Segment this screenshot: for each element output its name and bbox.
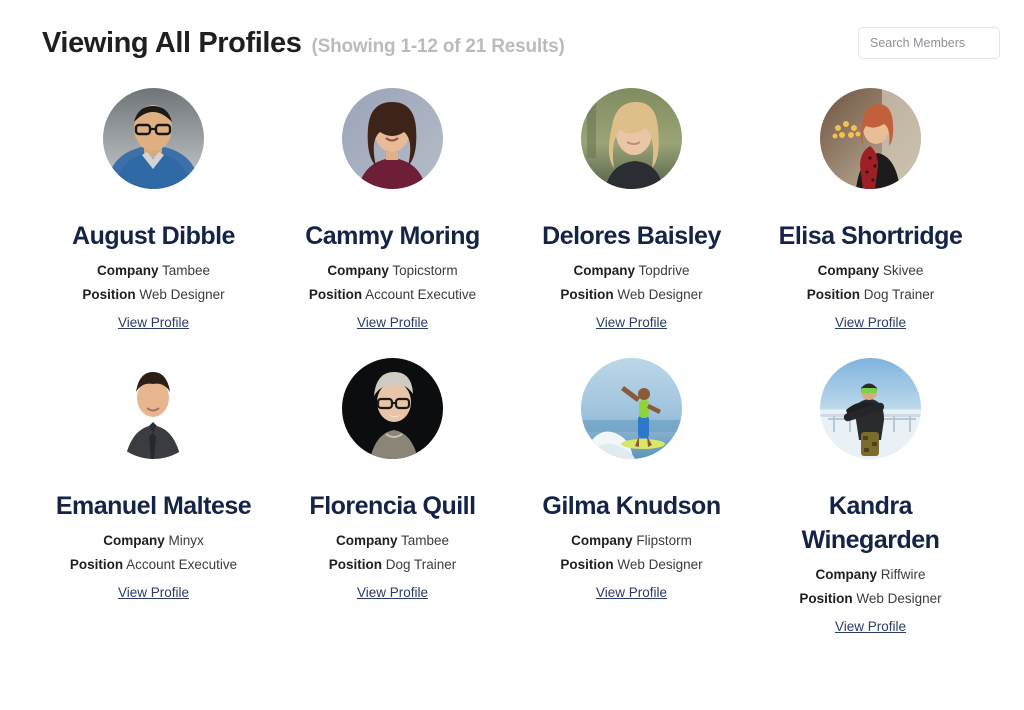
profile-card: Elisa Shortridge Company Skivee Position D… bbox=[751, 80, 990, 350]
profile-company: Company Minyx bbox=[46, 533, 261, 550]
profiles-grid: August Dibble Company Tambee Position Web … bbox=[34, 80, 990, 654]
profile-card: Gilma Knudson Company Flipstorm Position W… bbox=[512, 350, 751, 654]
profile-name: Elisa Shortridge bbox=[778, 222, 963, 250]
profile-name: Cammy Moring bbox=[305, 222, 480, 250]
profile-position: Position Dog Trainer bbox=[763, 287, 978, 304]
profile-company: Company Topicstorm bbox=[285, 263, 500, 280]
view-profile-link[interactable]: View Profile bbox=[835, 619, 906, 634]
profile-position: Position Account Executive bbox=[46, 557, 261, 574]
view-profile-link[interactable]: View Profile bbox=[118, 585, 189, 600]
page-header: Viewing All Profiles (Showing 1-12 of 21… bbox=[0, 0, 1024, 86]
avatar[interactable] bbox=[342, 357, 443, 459]
company-label: Company bbox=[571, 532, 633, 548]
view-profile-link[interactable]: View Profile bbox=[835, 315, 906, 330]
results-count: (Showing 1-12 of 21 Results) bbox=[311, 35, 565, 57]
position-label: Position bbox=[560, 286, 614, 302]
company-value: Topdrive bbox=[638, 263, 690, 278]
avatar[interactable] bbox=[581, 88, 682, 189]
profile-card: Emanuel Maltese Company Minyx Position Acc… bbox=[34, 350, 273, 654]
profile-name: Emanuel Maltese bbox=[55, 491, 252, 520]
company-value: Minyx bbox=[168, 532, 204, 548]
profile-name: Kandra Winegarden bbox=[801, 491, 940, 554]
company-label: Company bbox=[103, 532, 165, 548]
profile-position: Position Web Designer bbox=[763, 591, 978, 608]
company-value: Tambee bbox=[401, 532, 450, 548]
profile-company: Company Skivee bbox=[763, 263, 978, 280]
view-profile-link[interactable]: View Profile bbox=[596, 585, 667, 600]
position-value: Dog Trainer bbox=[863, 286, 935, 302]
avatar[interactable] bbox=[581, 357, 682, 459]
view-profile-link[interactable]: View Profile bbox=[357, 585, 428, 600]
avatar[interactable] bbox=[103, 88, 204, 189]
profiles-page: Viewing All Profiles (Showing 1-12 of 21… bbox=[0, 0, 1024, 710]
view-profile-link[interactable]: View Profile bbox=[118, 315, 189, 330]
position-value: Account Executive bbox=[365, 286, 477, 302]
company-value: Flipstorm bbox=[636, 532, 692, 548]
profile-position: Position Web Designer bbox=[46, 287, 261, 304]
position-label: Position bbox=[69, 556, 124, 572]
profile-position: Position Web Designer bbox=[524, 557, 739, 574]
view-profile-link[interactable]: View Profile bbox=[596, 315, 667, 330]
position-value: Account Executive bbox=[126, 556, 238, 572]
position-label: Position bbox=[799, 590, 853, 606]
view-profile-link[interactable]: View Profile bbox=[357, 315, 428, 330]
profile-position: Position Dog Trainer bbox=[285, 557, 500, 574]
profile-company: Company Tambee bbox=[285, 533, 500, 550]
page-title: Viewing All Profiles bbox=[42, 26, 302, 59]
company-label: Company bbox=[815, 566, 877, 582]
profile-card: Delores Baisley Company Topdrive Position … bbox=[512, 80, 751, 350]
profile-name: Delores Baisley bbox=[542, 222, 721, 250]
position-value: Web Designer bbox=[856, 590, 942, 606]
company-value: Skivee bbox=[882, 263, 924, 278]
position-label: Position bbox=[328, 556, 382, 572]
profile-company: Company Topdrive bbox=[524, 263, 739, 280]
avatar[interactable] bbox=[820, 357, 921, 459]
profile-company: Company Tambee bbox=[46, 263, 261, 280]
position-label: Position bbox=[82, 286, 136, 302]
company-value: Riffwire bbox=[880, 566, 926, 582]
company-value: Tambee bbox=[162, 263, 211, 278]
position-value: Web Designer bbox=[139, 286, 225, 302]
position-label: Position bbox=[308, 286, 363, 302]
profile-card: Cammy Moring Company Topicstorm Position A… bbox=[273, 80, 512, 350]
profile-card: August Dibble Company Tambee Position Web … bbox=[34, 80, 273, 350]
title-group: Viewing All Profiles (Showing 1-12 of 21… bbox=[42, 26, 565, 59]
profile-card: Florencia Quill Company Tambee Position Do… bbox=[273, 350, 512, 654]
company-label: Company bbox=[335, 532, 398, 548]
position-label: Position bbox=[806, 286, 860, 302]
profile-company: Company Flipstorm bbox=[524, 533, 739, 550]
company-label: Company bbox=[817, 263, 880, 278]
profile-name: Florencia Quill bbox=[309, 491, 476, 520]
search-input[interactable] bbox=[858, 27, 1000, 59]
position-value: Web Designer bbox=[617, 286, 703, 302]
company-value: Topicstorm bbox=[392, 263, 458, 278]
profile-position: Position Web Designer bbox=[524, 287, 739, 304]
profile-card: Kandra Winegarden Company Riffwire Positio… bbox=[751, 350, 990, 654]
profile-name: Gilma Knudson bbox=[542, 491, 721, 520]
profile-name: August Dibble bbox=[72, 222, 235, 250]
position-value: Web Designer bbox=[617, 556, 703, 572]
company-label: Company bbox=[96, 263, 159, 278]
profile-position: Position Account Executive bbox=[285, 287, 500, 304]
company-label: Company bbox=[327, 263, 389, 278]
position-value: Dog Trainer bbox=[385, 556, 457, 572]
company-label: Company bbox=[573, 263, 635, 278]
profile-company: Company Riffwire bbox=[763, 567, 978, 584]
avatar[interactable] bbox=[820, 88, 921, 189]
avatar[interactable] bbox=[103, 357, 204, 459]
position-label: Position bbox=[560, 556, 614, 572]
avatar[interactable] bbox=[342, 88, 443, 189]
